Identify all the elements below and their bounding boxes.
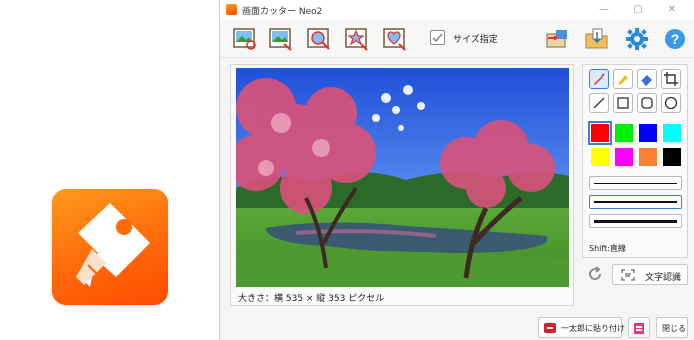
- color-swatch[interactable]: [639, 124, 657, 142]
- color-swatch[interactable]: [639, 148, 657, 166]
- minimize-button[interactable]: —: [590, 2, 618, 18]
- color-swatch[interactable]: [615, 148, 633, 166]
- help-glyph: ?: [671, 31, 680, 47]
- size-fixed-label: サイズ指定: [453, 35, 498, 45]
- eraser-icon[interactable]: [637, 69, 657, 89]
- rotate-refresh-icon[interactable]: [586, 265, 604, 283]
- size-fixed-checkbox[interactable]: [430, 30, 445, 45]
- paste-to-ichitaro-button[interactable]: 一太郎に貼り付け: [538, 317, 625, 338]
- rounded-rectangle-icon[interactable]: [637, 93, 657, 113]
- clipboard-icon: [632, 321, 646, 338]
- highlighter-icon[interactable]: [613, 69, 633, 89]
- help-icon[interactable]: ?: [662, 26, 688, 52]
- copy-clipboard-button[interactable]: [628, 317, 650, 338]
- export-image-icon[interactable]: [544, 26, 570, 52]
- close-window-button[interactable]: ✕: [658, 2, 686, 18]
- ichitaro-paste-icon: [543, 321, 557, 338]
- maximize-button[interactable]: ▢: [624, 2, 652, 18]
- color-swatch[interactable]: [615, 124, 633, 142]
- ocr-scan-icon: [621, 269, 635, 284]
- paste-to-ichitaro-label: 一太郎に貼り付け: [561, 324, 625, 333]
- app-logo-icon: [52, 189, 168, 305]
- color-swatch[interactable]: [591, 148, 609, 166]
- settings-gear-icon[interactable]: [624, 26, 650, 52]
- line-icon[interactable]: [589, 93, 609, 113]
- window-title: 画面カッター Neo2: [242, 7, 323, 17]
- line-width-thin[interactable]: [589, 176, 682, 190]
- app-title-icon: [226, 4, 237, 15]
- shift-line-hint: Shift:直線: [589, 244, 626, 253]
- color-swatch[interactable]: [663, 148, 681, 166]
- crop-icon[interactable]: [661, 69, 681, 89]
- color-swatch[interactable]: [663, 124, 681, 142]
- rectangle-icon[interactable]: [613, 93, 633, 113]
- color-swatch[interactable]: [588, 121, 612, 145]
- drawing-panel: Shift:直線: [582, 64, 688, 258]
- capture-window-icon[interactable]: [268, 26, 294, 52]
- close-button-label: 閉じる: [662, 324, 686, 333]
- captured-photo: [236, 68, 569, 287]
- close-button[interactable]: 閉じる: [656, 317, 688, 338]
- capture-heart-icon[interactable]: [382, 26, 408, 52]
- capture-screen-icon[interactable]: [232, 26, 258, 52]
- capture-region-icon[interactable]: [306, 26, 332, 52]
- image-size-info: 大きさ：横 535 × 縦 353 ピクセル: [238, 294, 385, 304]
- ocr-button-label: 文字認識: [645, 273, 682, 283]
- save-folder-icon[interactable]: [584, 26, 610, 52]
- ellipse-icon[interactable]: [661, 93, 681, 113]
- capture-star-icon[interactable]: [344, 26, 370, 52]
- pen-icon[interactable]: [589, 69, 609, 89]
- preview-pane: 大きさ：横 535 × 縦 353 ピクセル: [230, 64, 574, 306]
- title-bar: 画面カッター Neo2 — ▢ ✕: [220, 0, 694, 20]
- app-window: 画面カッター Neo2 — ▢ ✕ サイズ指定 ? 大きさ：横 535 × 縦 …: [219, 0, 694, 340]
- ocr-button[interactable]: 文字認識: [612, 264, 688, 285]
- toolbar: サイズ指定 ?: [220, 20, 694, 58]
- line-width-thick[interactable]: [589, 214, 682, 228]
- line-width-medium[interactable]: [589, 195, 682, 209]
